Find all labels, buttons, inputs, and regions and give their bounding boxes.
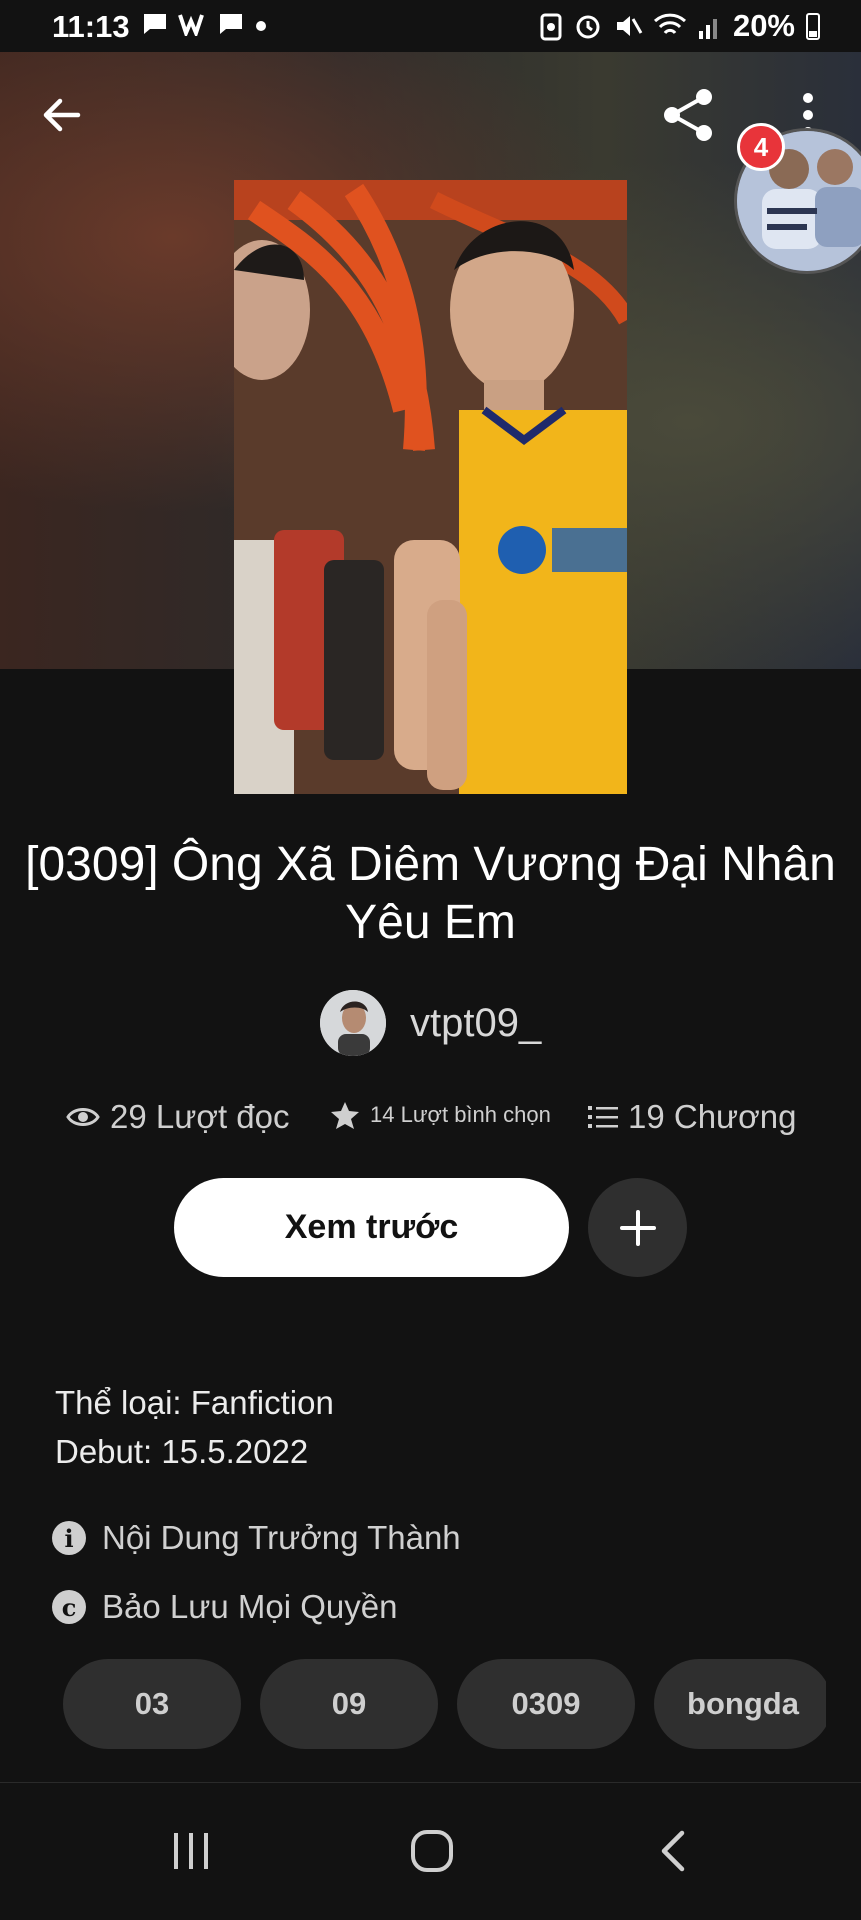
alarm-icon xyxy=(576,15,600,39)
list-icon xyxy=(588,1106,618,1128)
votes-stat: 14 Lượt bình chọn xyxy=(330,1100,551,1130)
signal-icon xyxy=(698,19,717,39)
battery-icon xyxy=(806,13,820,40)
mature-content-notice: i Nội Dung Trưởng Thành xyxy=(52,1519,461,1557)
votes-count: 14 Lượt bình chọn xyxy=(370,1102,551,1127)
w-app-icon xyxy=(178,14,204,36)
star-icon xyxy=(331,1102,359,1129)
reads-stat: 29 Lượt đọc xyxy=(66,1098,290,1136)
copyright-icon: c xyxy=(52,1590,86,1624)
parts-stat: 19 Chương xyxy=(588,1098,797,1136)
description-line-genre: Thể loại: Fanfiction xyxy=(55,1384,334,1421)
story-stats: 29 Lượt đọc 14 Lượt bình chọn 19 Chương xyxy=(0,1096,861,1146)
home-button[interactable] xyxy=(387,1813,477,1889)
status-bar: 11:13 20% xyxy=(0,0,861,52)
reads-count: 29 Lượt đọc xyxy=(110,1098,290,1135)
story-title: [0309] Ông Xã Diêm Vương Đại Nhân Yêu Em xyxy=(25,838,836,949)
info-icon: i xyxy=(52,1521,86,1555)
tag-chip[interactable]: 0309 xyxy=(457,1659,635,1749)
tag-chip[interactable]: bongda xyxy=(654,1659,826,1749)
share-icon xyxy=(664,89,712,141)
parts-count: 19 Chương xyxy=(628,1098,797,1135)
mature-label: Nội Dung Trưởng Thành xyxy=(102,1519,461,1556)
author-avatar xyxy=(320,990,386,1056)
copyright-label: Bảo Lưu Mọi Quyền xyxy=(102,1588,398,1625)
author-avatar-image xyxy=(320,990,386,1056)
recents-button[interactable] xyxy=(146,1813,236,1889)
nav-back-icon xyxy=(661,1830,685,1872)
tag-chip[interactable]: 09 xyxy=(260,1659,438,1749)
tag-chip[interactable]: 03 xyxy=(63,1659,241,1749)
chat-icon xyxy=(220,14,242,34)
add-to-library-button[interactable] xyxy=(588,1178,687,1277)
battery-percent: 20% xyxy=(732,8,795,43)
wifi-icon xyxy=(653,13,686,35)
description-line-debut: Debut: 15.5.2022 xyxy=(55,1433,309,1470)
story-description: Thể loại: Fanfiction Debut: 15.5.2022 xyxy=(55,1378,334,1476)
recents-icon xyxy=(174,1833,208,1869)
notification-icons xyxy=(142,12,268,36)
nav-back-button[interactable] xyxy=(628,1813,718,1889)
cover-photo xyxy=(234,180,627,794)
plus-icon xyxy=(619,1209,656,1246)
tag-list: 03 09 0309 bongda xyxy=(63,1659,826,1749)
arrow-left-icon xyxy=(43,98,81,132)
preview-button[interactable]: Xem trước xyxy=(174,1178,569,1277)
status-time: 11:13 xyxy=(52,9,130,44)
story-cover-image[interactable] xyxy=(234,180,627,794)
mute-icon xyxy=(616,16,643,36)
share-button[interactable] xyxy=(652,79,724,151)
author-name: vtpt09_ xyxy=(410,1000,542,1045)
system-navigation-bar xyxy=(0,1783,861,1920)
eye-icon xyxy=(66,1108,100,1126)
dot-icon xyxy=(256,21,266,31)
home-icon xyxy=(411,1830,453,1872)
copyright-notice: c Bảo Lưu Mọi Quyền xyxy=(52,1588,397,1626)
author-link[interactable]: vtpt09_ xyxy=(320,990,541,1056)
chat-icon xyxy=(144,14,166,34)
notification-badge: 4 xyxy=(737,123,785,171)
back-button[interactable] xyxy=(26,79,98,151)
system-icons: 20% xyxy=(539,8,821,44)
data-saver-icon xyxy=(540,13,562,41)
